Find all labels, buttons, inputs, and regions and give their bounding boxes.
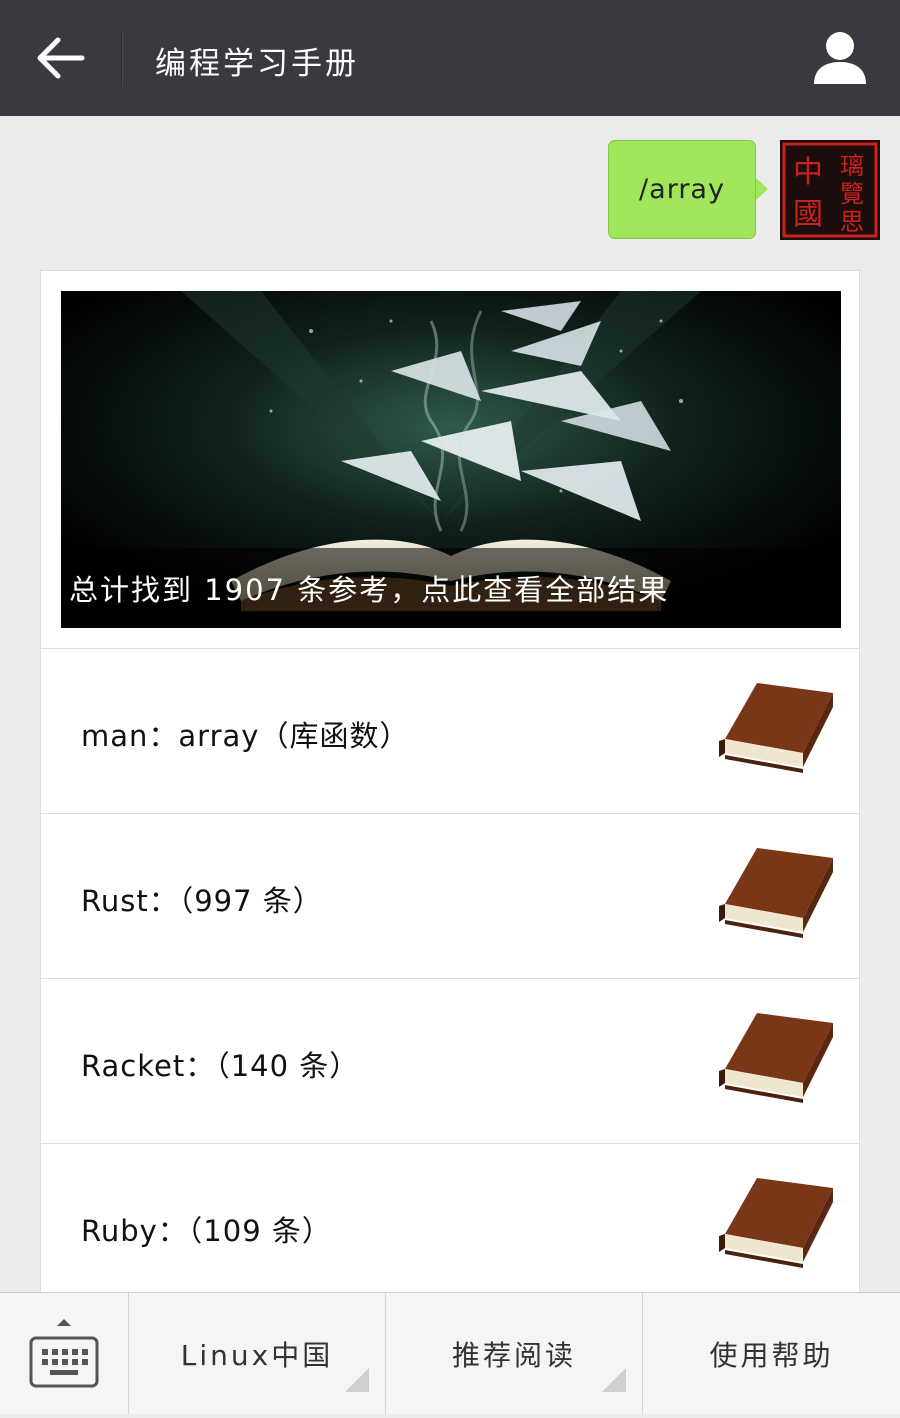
search-result-card: 总计找到 1907 条参考，点此查看全部结果 man：array（库函数） Ru… — [40, 270, 860, 1330]
seal-char-5: 思 — [840, 208, 864, 236]
menu-label: 使用帮助 — [709, 1338, 834, 1372]
bubble-tail — [756, 178, 768, 200]
page-title: 编程学习手册 — [155, 46, 359, 82]
seal-char-2: 璃 — [840, 152, 864, 180]
menu-label: Linux中国 — [180, 1338, 334, 1372]
avatar[interactable]: 中 璃 覽 國 思 — [780, 140, 880, 240]
list-item-label: Racket：（140 条） — [81, 1049, 360, 1083]
menu-label: 推荐阅读 — [451, 1338, 576, 1372]
header-divider — [121, 30, 122, 86]
book-icon — [719, 683, 833, 773]
keyboard-icon — [29, 1319, 99, 1388]
seal-char-1: 中 — [793, 155, 823, 190]
cover-caption-bar: 总计找到 1907 条参考，点此查看全部结果 — [61, 548, 841, 628]
message-text: /array — [639, 174, 725, 205]
seal-char-4: 國 — [793, 197, 823, 232]
header-bar: 编程学习手册 — [0, 0, 900, 116]
back-arrow-icon — [37, 37, 85, 79]
list-item[interactable]: Racket：（140 条） — [41, 978, 859, 1144]
seal-avatar-icon: 中 璃 覽 國 思 — [780, 140, 880, 240]
menu-linux-china[interactable]: Linux中国 — [129, 1293, 386, 1414]
back-button[interactable] — [30, 28, 90, 88]
list-item-label: man：array（库函数） — [81, 719, 410, 753]
cover-caption: 总计找到 1907 条参考，点此查看全部结果 — [69, 573, 670, 607]
menu-help[interactable]: 使用帮助 — [643, 1293, 900, 1414]
book-icon — [719, 1178, 833, 1268]
list-item[interactable]: Rust：（997 条） — [41, 813, 859, 979]
cover-banner[interactable]: 总计找到 1907 条参考，点此查看全部结果 — [61, 291, 841, 628]
bottom-menu: Linux中国 推荐阅读 使用帮助 — [0, 1292, 900, 1414]
submenu-indicator-icon — [345, 1368, 369, 1392]
submenu-indicator-icon — [602, 1368, 626, 1392]
list-item[interactable]: man：array（库函数） — [41, 648, 859, 814]
list-item-label: Rust：（997 条） — [81, 884, 323, 918]
seal-char-3: 覽 — [840, 180, 864, 208]
book-icon — [719, 1013, 833, 1103]
message-bubble[interactable]: /array — [608, 140, 756, 239]
profile-button[interactable] — [808, 28, 872, 88]
menu-recommended-reading[interactable]: 推荐阅读 — [386, 1293, 643, 1414]
list-item-label: Ruby：（109 条） — [81, 1214, 332, 1248]
book-icon — [719, 848, 833, 938]
keyboard-toggle-button[interactable] — [0, 1293, 129, 1414]
list-item[interactable]: Ruby：（109 条） — [41, 1143, 859, 1309]
user-icon — [814, 32, 866, 84]
